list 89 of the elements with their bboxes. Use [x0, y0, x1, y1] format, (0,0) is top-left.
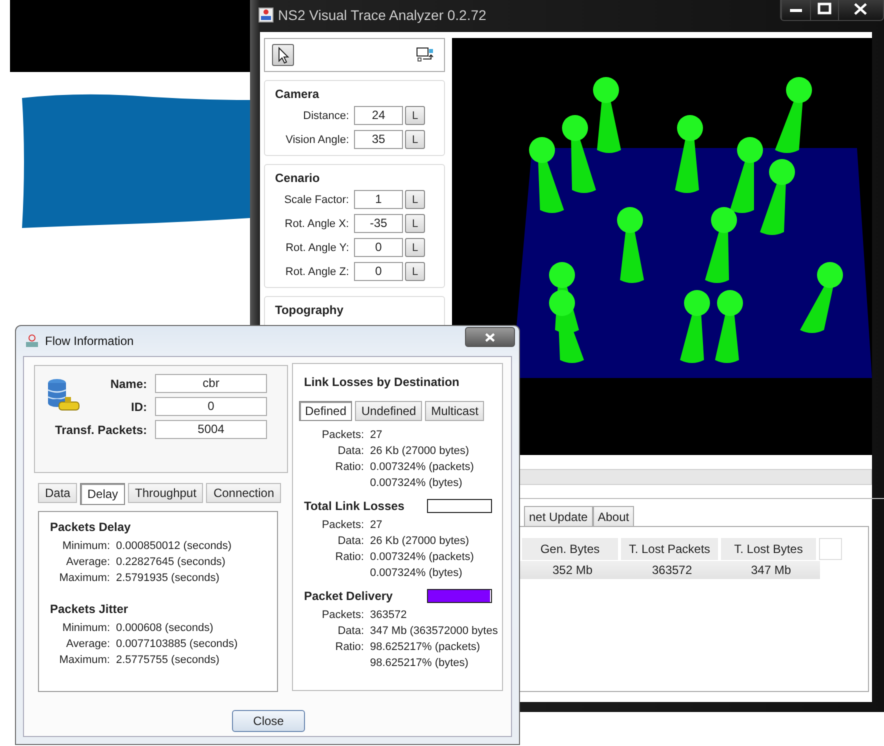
lock-button[interactable]: L — [405, 190, 425, 209]
close-button[interactable] — [465, 327, 515, 347]
field-label: Vision Angle: — [284, 134, 349, 146]
window-title: Flow Information — [45, 334, 134, 348]
number-field[interactable]: 0 — [354, 262, 403, 281]
stat-label: Ratio: — [334, 460, 364, 475]
table-cell: 347 Mb — [722, 561, 820, 579]
column-header[interactable]: Gen. Bytes — [522, 538, 618, 560]
stat-value: 2.5791935 (seconds) — [116, 571, 220, 586]
number-field[interactable]: 1 — [354, 190, 403, 209]
number-field[interactable]: 24 — [354, 106, 403, 125]
stat-label: Minimum: — [61, 539, 110, 554]
app-logo-icon — [24, 332, 40, 348]
field-label: Rot. Angle X: — [284, 218, 349, 230]
number-field[interactable]: 0 — [354, 238, 403, 257]
group-title: Topography — [275, 303, 344, 317]
close-button[interactable]: Close — [232, 710, 305, 732]
field-label: Distance: — [302, 110, 349, 122]
field-label: Rot. Angle Y: — [284, 242, 349, 254]
field-label: Rot. Angle Z: — [284, 266, 349, 278]
stat-value: 0.22827645 (seconds) — [116, 555, 226, 570]
tab[interactable]: About — [592, 506, 634, 526]
tab[interactable]: Delay — [80, 483, 126, 505]
app-logo-icon — [258, 7, 274, 23]
stat-value: 347 Mb (363572000 bytes — [370, 624, 498, 639]
stat-value: 0.007324% (packets) — [370, 460, 474, 475]
field-label: ID: — [130, 400, 147, 414]
stat-value: 98.625217% (packets) — [370, 640, 480, 655]
number-field[interactable]: 35 — [354, 130, 403, 149]
stat-value: 0.000850012 (seconds) — [116, 539, 232, 554]
section-title: Link Losses by Destination — [304, 375, 460, 389]
stat-value: 2.5775755 (seconds) — [116, 653, 220, 668]
filter-button[interactable]: Defined — [299, 401, 352, 421]
group-title: Camera — [275, 87, 320, 101]
group-title: Cenario — [275, 171, 320, 185]
text-field[interactable]: 5004 — [155, 420, 267, 439]
lock-button[interactable]: L — [405, 262, 425, 281]
table-cell: 352 Mb — [523, 561, 622, 579]
stat-label: Maximum: — [58, 571, 110, 586]
text-field[interactable]: cbr — [155, 374, 267, 393]
stat-value: 27 — [370, 518, 382, 533]
stat-label: Ratio: — [334, 550, 364, 565]
section-title: Total Link Losses — [304, 499, 404, 513]
stat-value: 26 Kb (27000 bytes) — [370, 534, 470, 549]
lock-button[interactable]: L — [405, 106, 425, 125]
stat-value: 27 — [370, 428, 382, 443]
lock-button[interactable]: L — [405, 130, 425, 149]
field-label: Name: — [109, 376, 147, 390]
number-field[interactable]: -35 — [354, 214, 403, 233]
stat-label: Average: — [65, 555, 110, 570]
stat-value: 363572 — [370, 608, 407, 623]
lock-button[interactable]: L — [405, 214, 425, 233]
stat-label: Packets: — [320, 608, 364, 623]
table-cell: 363572 — [622, 561, 722, 579]
filter-button[interactable]: Undefined — [355, 401, 422, 421]
stat-label: Maximum: — [58, 653, 110, 668]
stat-value: 26 Kb (27000 bytes) — [370, 444, 470, 459]
tab[interactable]: net Update — [524, 506, 593, 526]
stat-label: Average: — [65, 637, 110, 652]
lock-button[interactable]: L — [405, 238, 425, 257]
section-title: Packet Delivery — [304, 589, 393, 603]
close-icon — [483, 332, 497, 342]
field-label: Transf. Packets: — [54, 422, 147, 436]
pointer-tool-button[interactable] — [272, 44, 294, 66]
stat-label: Packets: — [320, 428, 364, 443]
stat-label: Minimum: — [61, 621, 110, 636]
stat-label: Packets: — [320, 518, 364, 533]
header-filler — [819, 538, 842, 560]
stat-label: Data: — [336, 444, 364, 459]
column-header[interactable]: T. Lost Bytes — [721, 538, 816, 560]
stat-value: 0.007324% (bytes) — [370, 566, 462, 581]
stat-value: 0.007324% (packets) — [370, 550, 474, 565]
tab[interactable]: Connection — [206, 483, 282, 503]
tab[interactable]: Data — [38, 483, 78, 503]
stat-label: Data: — [336, 624, 364, 639]
stat-value: 0.007324% (bytes) — [370, 476, 462, 491]
stat-value: 98.625217% (bytes) — [370, 656, 468, 671]
section-title: Packets Delay — [50, 520, 131, 534]
stat-value: 0.000608 (seconds) — [116, 621, 214, 636]
column-header[interactable]: T. Lost Packets — [621, 538, 718, 560]
stat-value: 0.0077103885 (seconds) — [116, 637, 238, 652]
field-label: Scale Factor: — [283, 194, 349, 206]
text-field[interactable]: 0 — [155, 397, 267, 416]
filter-button[interactable]: Multicast — [425, 401, 484, 421]
tab[interactable]: Throughput — [128, 483, 204, 503]
window-title: NS2 Visual Trace Analyzer 0.2.72 — [278, 7, 486, 23]
stat-label: Data: — [336, 534, 364, 549]
stat-label: Ratio: — [334, 640, 364, 655]
section-title: Packets Jitter — [50, 602, 128, 616]
